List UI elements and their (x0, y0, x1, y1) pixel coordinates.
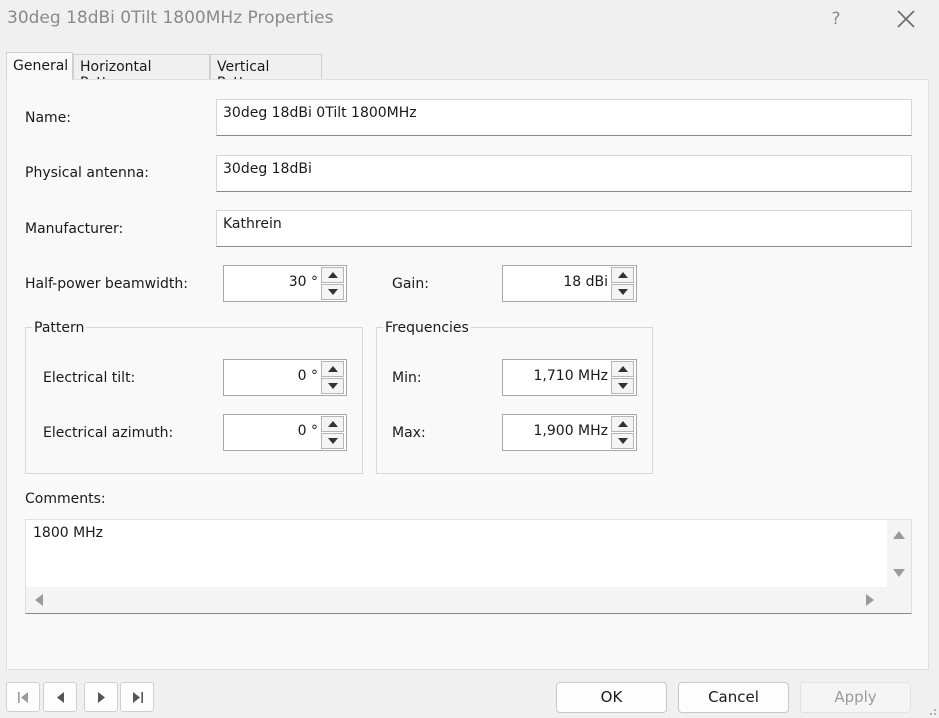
tab-general[interactable]: General (6, 52, 73, 80)
frequencies-group-title: Frequencies (383, 320, 471, 336)
title-bar: 30deg 18dBi 0Tilt 1800MHz Properties ? (0, 0, 939, 38)
tab-vertical-pattern[interactable]: Vertical Pattern (210, 54, 322, 91)
comments-label: Comments: (25, 491, 106, 507)
min-frequency-spinbox[interactable]: 1,710 MHz (502, 359, 637, 396)
chevron-left-icon (57, 692, 64, 703)
gain-spinbox[interactable]: 18 dBi (502, 265, 637, 302)
help-button[interactable]: ? (826, 6, 846, 32)
close-icon (897, 10, 915, 28)
arrow-down-icon (618, 289, 628, 295)
arrow-up-icon (328, 272, 338, 278)
cancel-button[interactable]: Cancel (678, 682, 789, 713)
resize-grip-icon[interactable] (927, 706, 937, 716)
beamwidth-spinbox[interactable]: 30 ° (223, 265, 347, 302)
pattern-group-title: Pattern (32, 320, 87, 336)
beamwidth-decrement[interactable] (321, 284, 344, 300)
arrow-up-icon (618, 421, 628, 427)
arrow-down-icon (328, 438, 338, 444)
frequencies-group (376, 327, 653, 474)
comments-textarea[interactable]: 1800 MHz (25, 519, 912, 614)
beamwidth-increment[interactable] (321, 267, 344, 283)
manufacturer-label: Manufacturer: (25, 221, 124, 237)
ok-button[interactable]: OK (556, 682, 667, 713)
close-button[interactable] (893, 4, 919, 34)
min-frequency-label: Min: (392, 370, 422, 386)
arrow-up-icon (328, 366, 338, 372)
arrow-up-icon (618, 366, 628, 372)
arrow-down-icon (328, 289, 338, 295)
skip-last-icon (133, 692, 143, 703)
horizontal-scrollbar[interactable] (26, 587, 911, 613)
electrical-azimuth-value: 0 ° (297, 423, 318, 439)
name-label: Name: (25, 110, 72, 126)
scroll-up-icon[interactable] (893, 531, 905, 539)
electrical-tilt-label: Electrical tilt: (43, 370, 136, 386)
electrical-tilt-increment[interactable] (321, 361, 344, 377)
electrical-azimuth-increment[interactable] (321, 416, 344, 432)
vertical-scrollbar[interactable] (887, 520, 911, 587)
scroll-right-icon[interactable] (866, 594, 874, 606)
beamwidth-value: 30 ° (288, 274, 318, 290)
arrow-down-icon (618, 383, 628, 389)
arrow-up-icon (328, 421, 338, 427)
tab-horizontal-pattern[interactable]: Horizontal Pattern (73, 54, 210, 91)
gain-decrement[interactable] (611, 284, 634, 300)
electrical-tilt-decrement[interactable] (321, 378, 344, 394)
arrow-down-icon (618, 438, 628, 444)
max-frequency-increment[interactable] (611, 416, 634, 432)
first-record-button[interactable] (6, 682, 40, 712)
physical-antenna-label: Physical antenna: (25, 165, 149, 181)
scroll-left-icon[interactable] (35, 594, 43, 606)
chevron-right-icon (98, 692, 105, 703)
max-frequency-value: 1,900 MHz (533, 423, 608, 439)
beamwidth-label: Half-power beamwidth: (25, 276, 188, 292)
min-frequency-increment[interactable] (611, 361, 634, 377)
electrical-tilt-spinbox[interactable]: 0 ° (223, 359, 347, 396)
arrow-down-icon (328, 383, 338, 389)
name-field[interactable]: 30deg 18dBi 0Tilt 1800MHz (216, 99, 912, 136)
next-record-button[interactable] (84, 682, 118, 712)
electrical-azimuth-label: Electrical azimuth: (43, 425, 174, 441)
min-frequency-value: 1,710 MHz (533, 368, 608, 384)
min-frequency-decrement[interactable] (611, 378, 634, 394)
electrical-tilt-value: 0 ° (297, 368, 318, 384)
electrical-azimuth-decrement[interactable] (321, 433, 344, 449)
gain-value: 18 dBi (563, 274, 608, 290)
max-frequency-spinbox[interactable]: 1,900 MHz (502, 414, 637, 451)
scroll-down-icon[interactable] (893, 569, 905, 577)
gain-increment[interactable] (611, 267, 634, 283)
pattern-group (25, 327, 363, 474)
electrical-azimuth-spinbox[interactable]: 0 ° (223, 414, 347, 451)
max-frequency-decrement[interactable] (611, 433, 634, 449)
apply-button[interactable]: Apply (800, 682, 911, 713)
skip-first-icon (18, 692, 28, 703)
max-frequency-label: Max: (392, 425, 426, 441)
manufacturer-field[interactable]: Kathrein (216, 210, 912, 247)
comments-text: 1800 MHz (33, 525, 104, 541)
previous-record-button[interactable] (43, 682, 77, 712)
last-record-button[interactable] (120, 682, 154, 712)
window-title: 30deg 18dBi 0Tilt 1800MHz Properties (7, 8, 334, 28)
physical-antenna-field[interactable]: 30deg 18dBi (216, 155, 912, 192)
arrow-up-icon (618, 272, 628, 278)
gain-label: Gain: (392, 276, 429, 292)
